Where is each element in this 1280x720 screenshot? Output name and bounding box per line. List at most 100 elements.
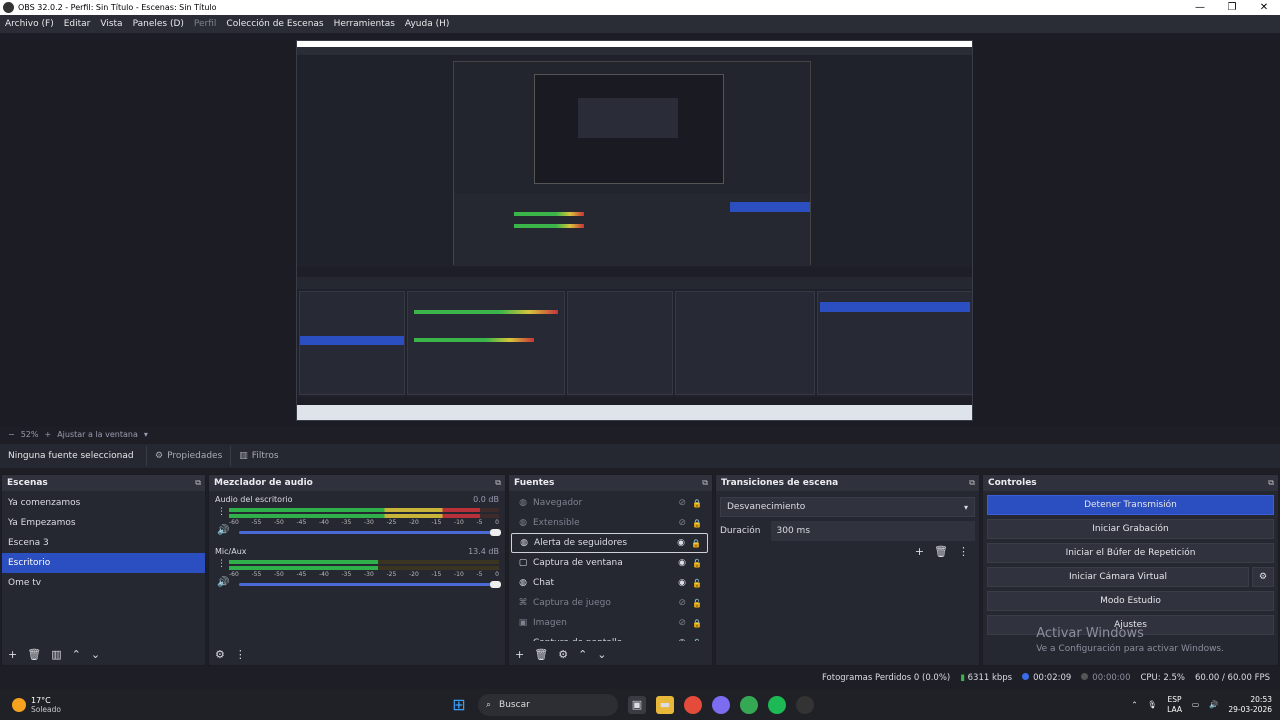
float-dock-icon[interactable]: ⧉ [969,478,975,488]
lock-icon[interactable]: 🔒 [692,519,702,528]
menu-vista[interactable]: Vista [95,19,127,29]
float-dock-icon[interactable]: ⧉ [1268,478,1274,488]
preview-canvas[interactable] [296,40,973,421]
spotify-icon[interactable] [768,695,786,714]
fit-window-dropdown[interactable]: Ajustar a la ventana [57,430,138,439]
unlock-icon[interactable]: 🔓 [692,639,702,642]
minimize-button[interactable]: — [1184,2,1216,13]
trash-icon[interactable]: 🗑 [934,545,948,558]
network-icon[interactable]: ▭ [1192,700,1199,709]
source-item[interactable]: ◍ Extensible ⊘ 🔒 [511,513,708,533]
lock-icon[interactable]: 🔒 [691,539,701,548]
chevron-down-icon[interactable]: ⌄ [597,648,606,661]
eye-hidden-icon[interactable]: ⊘ [678,498,686,508]
more-options-icon[interactable]: ⋮ [235,648,246,661]
zoom-in-button[interactable]: + [44,430,51,439]
menu-paneles[interactable]: Paneles (D) [128,19,189,29]
taskbar-search[interactable]: ⌕ Buscar [478,693,618,716]
no-source-label: Ninguna fuente seleccionad [8,451,134,461]
source-item[interactable]: ◍ Chat ◉ 🔓 [511,573,708,593]
eye-hidden-icon[interactable]: ⊘ [678,518,686,528]
eye-hidden-icon[interactable]: ⊘ [678,598,686,608]
scene-item[interactable]: Ya Empezamos [2,513,205,533]
source-item[interactable]: ⌘ Captura de juego ⊘ 🔓 [511,593,708,613]
speaker-icon[interactable]: 🔊 [217,525,229,536]
add-transition-icon[interactable]: + [915,545,924,558]
start-recording-button[interactable]: Iniciar Grabación [987,519,1274,539]
float-dock-icon[interactable]: ⧉ [702,478,708,488]
eye-icon[interactable]: ◉ [678,558,686,568]
speaker-icon[interactable]: 🔊 [217,577,229,588]
source-item[interactable]: ▣ Imagen ⊘ 🔒 [511,613,708,633]
maximize-button[interactable]: ❐ [1216,2,1248,13]
clock[interactable]: 20:53 29-03-2026 [1228,695,1272,715]
chevron-up-icon[interactable]: ⌃ [72,648,81,661]
zoom-out-button[interactable]: − [8,430,15,439]
close-button[interactable]: ✕ [1248,2,1280,13]
trash-icon[interactable]: 🗑 [534,648,548,661]
scene-item-active[interactable]: Escritorio [2,553,205,573]
scene-item[interactable]: Escena 3 [2,533,205,553]
trash-icon[interactable]: 🗑 [27,648,41,661]
volume-icon[interactable]: 🔊 [1209,700,1218,709]
eye-icon[interactable]: ◉ [677,538,685,548]
language-indicator[interactable]: ESP LAA [1167,695,1182,715]
add-source-icon[interactable]: + [515,648,524,661]
more-options-icon[interactable]: ⋮ [217,559,226,569]
stop-stream-button[interactable]: Detener Transmisión [987,495,1274,515]
menu-perfil[interactable]: Perfil [189,19,222,29]
advanced-audio-icon[interactable]: ⚙ [215,648,225,661]
task-view-icon[interactable]: ▣ [628,695,646,714]
menu-editar[interactable]: Editar [59,19,96,29]
eye-icon[interactable]: ◉ [678,578,686,588]
source-item[interactable]: ▢ Captura de ventana ◉ 🔓 [511,553,708,573]
eye-icon[interactable]: ◉ [678,638,686,641]
add-scene-icon[interactable]: + [8,648,17,661]
transition-select[interactable]: Desvanecimiento ▾ [720,497,975,517]
unlock-icon[interactable]: 🔓 [692,579,702,588]
chrome-profile-icon[interactable] [740,695,758,714]
volume-slider-handle[interactable] [490,529,501,536]
scene-filters-icon[interactable]: ▥ [51,648,61,661]
scene-item[interactable]: Ya comenzamos [2,493,205,513]
chevron-up-icon[interactable]: ⌃ [578,648,587,661]
more-options-icon[interactable]: ⋮ [958,545,969,558]
lock-icon[interactable]: 🔒 [692,499,702,508]
windows-start-icon[interactable]: ⊞ [450,695,468,714]
eye-hidden-icon[interactable]: ⊘ [678,618,686,628]
menu-archivo[interactable]: Archivo (F) [0,19,59,29]
lock-icon[interactable]: 🔒 [692,619,702,628]
chevron-down-icon[interactable]: ⌄ [91,648,100,661]
chrome-icon[interactable] [684,695,702,714]
weather-widget[interactable]: 17°C Soleado [0,696,300,714]
filters-button[interactable]: ▥ Filtros [230,446,286,466]
start-replay-buffer-button[interactable]: Iniciar el Búfer de Repetición [987,543,1274,563]
chevron-up-icon[interactable]: ⌃ [1131,700,1137,709]
menu-coleccion-escenas[interactable]: Colección de Escenas [221,19,328,29]
start-virtual-camera-button[interactable]: Iniciar Cámara Virtual [987,567,1249,587]
more-options-icon[interactable]: ⋮ [217,507,226,517]
gear-icon[interactable]: ⚙ [558,648,568,661]
properties-button[interactable]: ⚙ Propiedades [146,446,230,466]
discord-icon[interactable] [712,695,730,714]
menu-herramientas[interactable]: Herramientas [329,19,400,29]
source-item[interactable]: ◍ Navegador ⊘ 🔒 [511,493,708,513]
volume-slider[interactable] [239,581,501,588]
float-dock-icon[interactable]: ⧉ [495,478,501,488]
volume-slider[interactable] [239,529,501,536]
volume-slider-handle[interactable] [490,581,501,588]
studio-mode-button[interactable]: Modo Estudio [987,591,1274,611]
file-explorer-icon[interactable]: ▬ [656,695,674,714]
unlock-icon[interactable]: 🔓 [692,599,702,608]
microphone-icon[interactable]: 🎙 [1148,700,1158,709]
chevron-down-icon[interactable]: ▾ [144,430,148,439]
float-dock-icon[interactable]: ⧉ [195,478,201,488]
obs-taskbar-icon[interactable] [796,695,814,714]
source-item[interactable]: ▭ Captura de pantalla ◉ 🔓 [511,633,708,641]
duration-field[interactable]: 300 ms [770,521,975,541]
source-item[interactable]: ◍ Alerta de seguidores ◉ 🔒 [511,533,708,553]
scene-item[interactable]: Ome tv [2,573,205,593]
virtual-camera-settings-icon[interactable]: ⚙ [1252,567,1274,587]
unlock-icon[interactable]: 🔓 [692,559,702,568]
menu-ayuda[interactable]: Ayuda (H) [400,19,454,29]
